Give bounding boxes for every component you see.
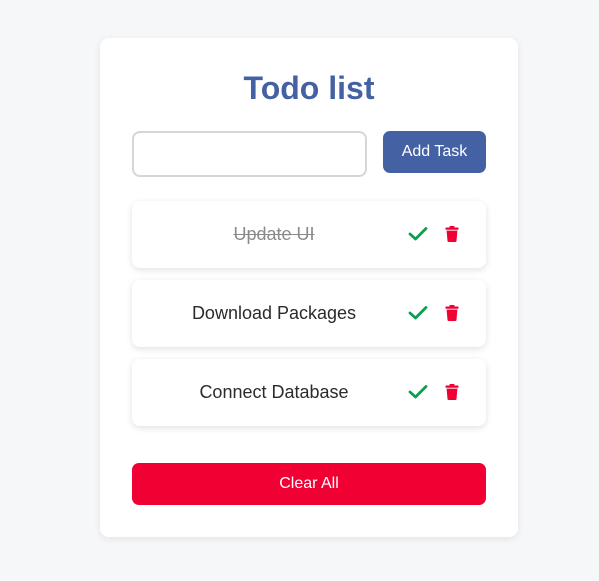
todo-card: Todo list Add Task Update UI Download Pa… <box>100 38 518 537</box>
task-item: Download Packages <box>132 280 486 347</box>
trash-icon[interactable] <box>441 381 463 403</box>
check-icon[interactable] <box>407 381 429 403</box>
trash-icon[interactable] <box>441 223 463 245</box>
check-icon[interactable] <box>407 302 429 324</box>
task-text: Download Packages <box>191 303 357 323</box>
task-input[interactable] <box>132 131 367 177</box>
add-task-button[interactable]: Add Task <box>383 131 486 173</box>
task-text: Update UI <box>233 224 315 244</box>
trash-icon[interactable] <box>441 302 463 324</box>
task-list: Update UI Download Packages Connect Data… <box>132 201 486 438</box>
task-text: Connect Database <box>199 382 349 402</box>
page-title: Todo list <box>243 70 375 106</box>
task-item: Connect Database <box>132 359 486 426</box>
check-icon[interactable] <box>407 223 429 245</box>
task-item: Update UI <box>132 201 486 268</box>
clear-all-button[interactable]: Clear All <box>132 463 486 505</box>
